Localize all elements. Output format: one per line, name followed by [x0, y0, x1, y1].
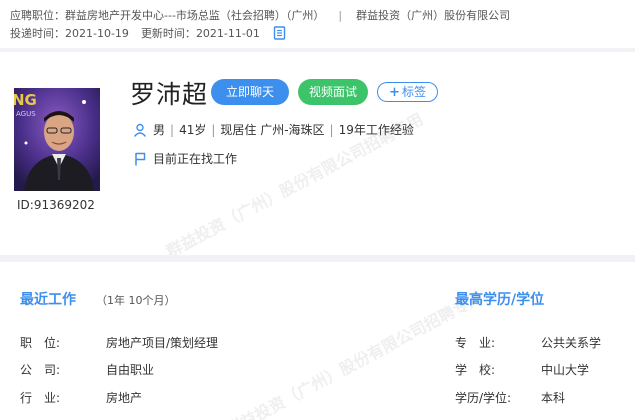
recent-work-title: 最近工作 — [20, 292, 76, 308]
edu-degree-value: 本科 — [541, 391, 566, 405]
edu-major-value: 公共关系学 — [541, 336, 602, 350]
candidate-photo: NG AGUS — [14, 88, 100, 191]
gender: 男 — [153, 123, 166, 137]
edu-field-label: 专 业: — [455, 336, 496, 350]
age: 41岁 — [179, 123, 207, 137]
time-info-line: 投递时间：2021-10-19 更新时间：2021-11-01 — [10, 25, 286, 43]
work-education-section: 群益投资（广州）股份有限公司招聘专用 最近工作 （1年 10个月） 职 位: 房… — [0, 262, 635, 420]
candidate-basic-info: 男 | 41岁 | 现居住 广州-海珠区 | 19年工作经验 — [133, 121, 414, 140]
job-status: 目前正在找工作 — [153, 152, 238, 166]
svg-text:NG: NG — [14, 91, 37, 109]
apply-position-label: 应聘职位： — [10, 9, 65, 22]
svg-text:AGUS: AGUS — [16, 110, 36, 118]
person-icon — [133, 123, 147, 140]
edu-field-label: 学 校: — [455, 363, 496, 377]
watermark: 群益投资（广州）股份有限公司招聘专用 — [223, 287, 487, 420]
update-time-value: 2021-11-01 — [195, 27, 260, 40]
work-field-label: 行 业: — [20, 391, 61, 405]
experience: 19年工作经验 — [338, 123, 414, 137]
candidate-id: ID:91369202 — [17, 198, 95, 212]
work-field-label: 公 司: — [20, 363, 61, 377]
work-field-label: 职 位: — [20, 336, 61, 350]
chat-now-button[interactable]: 立即聊天 — [211, 79, 289, 105]
edu-field-label: 学历/学位: — [455, 391, 512, 405]
flag-icon — [133, 152, 147, 169]
work-company-value: 自由职业 — [106, 363, 155, 377]
candidate-name: 罗沛超 — [130, 80, 209, 109]
work-industry-value: 房地产 — [106, 391, 143, 405]
deliver-time-label: 投递时间： — [10, 27, 65, 40]
video-interview-button[interactable]: 视频面试 — [298, 79, 368, 105]
location: 现居住 广州-海珠区 — [220, 123, 325, 137]
deliver-time-value: 2021-10-19 — [65, 27, 129, 40]
job-status-row: 目前正在找工作 — [133, 150, 237, 169]
application-info-line: 应聘职位：群益房地产开发中心---市场总监（社会招聘）（广州） | 群益投资（广州）… — [10, 7, 510, 23]
apply-position-value: 群益房地产开发中心---市场总监（社会招聘）（广州） — [65, 9, 325, 22]
plus-icon: + — [389, 85, 400, 100]
company-name: 群益投资（广州）股份有限公司 — [356, 9, 511, 22]
recent-work-duration: （1年 10个月） — [96, 294, 176, 307]
tag-label: 标签 — [401, 85, 426, 99]
education-title: 最高学历/学位 — [455, 292, 545, 308]
application-header: 应聘职位：群益房地产开发中心---市场总监（社会招聘）（广州） | 群益投资（广州）… — [0, 0, 635, 48]
update-time-label: 更新时间： — [140, 27, 196, 40]
candidate-profile-card: 群益投资（广州）股份有限公司招聘专用 NG AGUS ID:91369202 罗… — [0, 52, 635, 255]
document-icon[interactable] — [273, 26, 286, 43]
add-tag-button[interactable]: + 标签 — [377, 82, 438, 102]
edu-school-value: 中山大学 — [541, 363, 590, 377]
work-position-value: 房地产项目/策划经理 — [106, 336, 219, 350]
separator: | — [338, 9, 343, 22]
